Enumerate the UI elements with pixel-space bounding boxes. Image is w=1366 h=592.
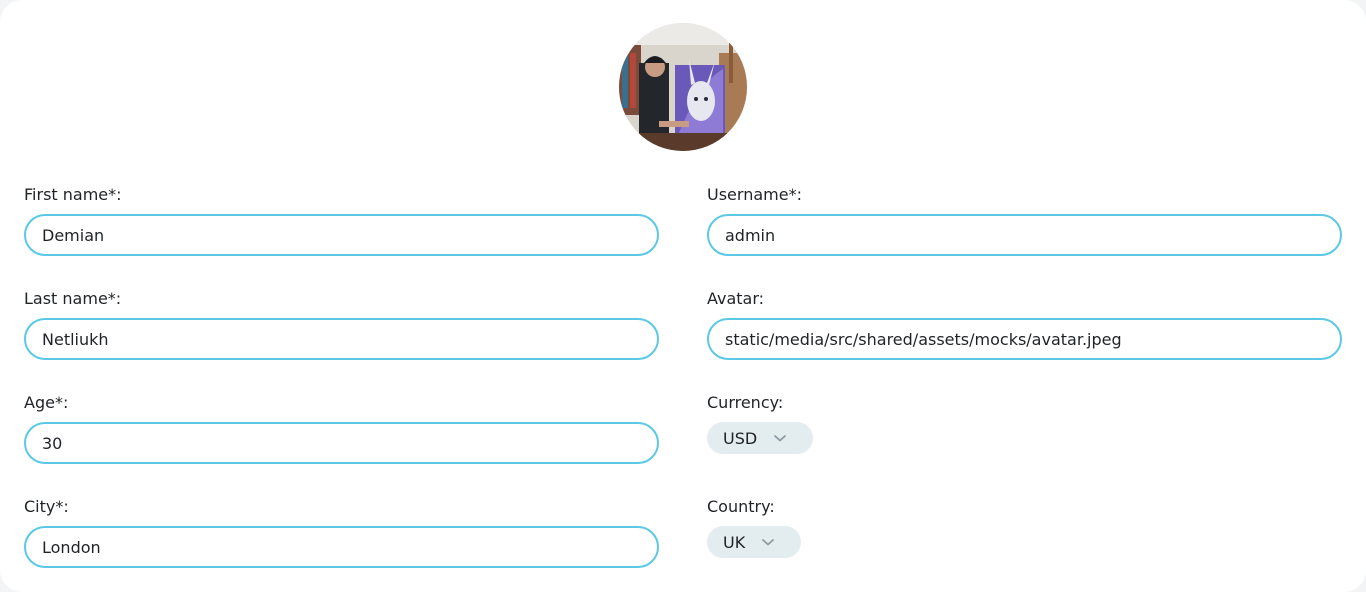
country-select[interactable]: UK bbox=[707, 526, 801, 558]
currency-select[interactable]: USD bbox=[707, 422, 813, 454]
avatar-label: Avatar: bbox=[707, 289, 765, 308]
chevron-down-icon bbox=[762, 539, 775, 546]
currency-label: Currency: bbox=[707, 393, 784, 412]
first-name-label: First name*: bbox=[24, 185, 122, 204]
user-avatar bbox=[619, 23, 747, 151]
user-avatar-photo-icon bbox=[619, 23, 747, 151]
username-label: Username*: bbox=[707, 185, 802, 204]
city-input[interactable] bbox=[24, 526, 659, 568]
age-input[interactable] bbox=[24, 422, 659, 464]
first-name-input[interactable] bbox=[24, 214, 659, 256]
avatar-path-input[interactable] bbox=[707, 318, 1342, 360]
last-name-label: Last name*: bbox=[24, 289, 122, 308]
country-label: Country: bbox=[707, 497, 775, 516]
age-label: Age*: bbox=[24, 393, 69, 412]
chevron-down-icon bbox=[774, 435, 787, 442]
profile-card: First name*: Last name*: Age*: City*: Us… bbox=[0, 0, 1366, 592]
country-selected-value: UK bbox=[723, 532, 746, 552]
last-name-input[interactable] bbox=[24, 318, 659, 360]
city-label: City*: bbox=[24, 497, 69, 516]
currency-selected-value: USD bbox=[723, 428, 758, 448]
username-input[interactable] bbox=[707, 214, 1342, 256]
